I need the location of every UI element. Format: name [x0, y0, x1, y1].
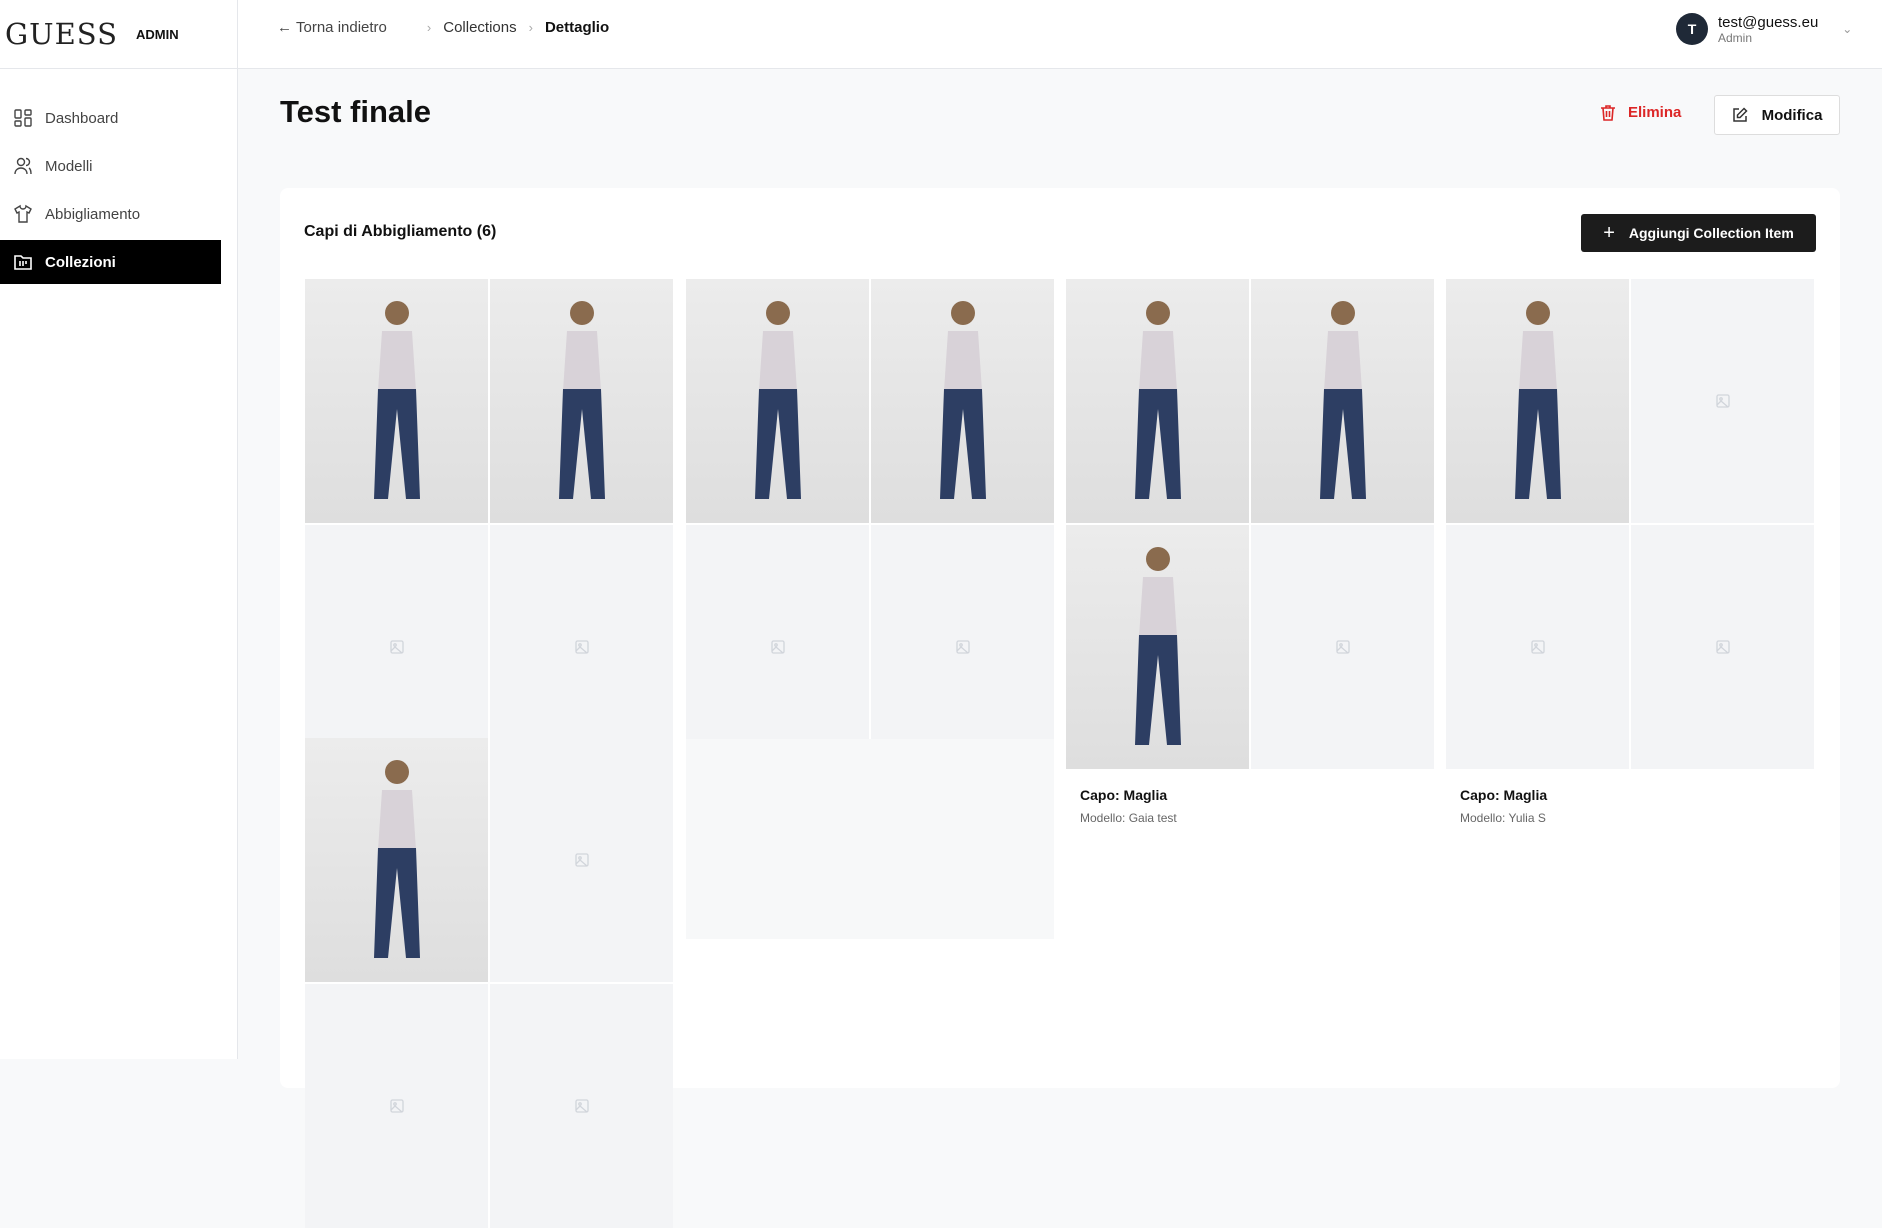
- model-photo: [1066, 279, 1249, 523]
- shirt-icon: [13, 204, 33, 224]
- image-icon: [771, 640, 785, 654]
- person-image: [352, 750, 442, 970]
- person-image: [352, 291, 442, 511]
- chevron-down-icon: ⌄: [1842, 22, 1852, 36]
- model-photo: [871, 279, 1054, 523]
- logo[interactable]: GUESS ADMIN: [5, 10, 179, 58]
- plus-icon: +: [1603, 222, 1615, 245]
- brand-logo: GUESS: [5, 17, 118, 51]
- model-photo: [1251, 279, 1434, 523]
- back-link[interactable]: ←Torna indietro: [277, 19, 387, 36]
- sidebar-item-label: Modelli: [45, 158, 93, 175]
- breadcrumb-collections[interactable]: Collections: [443, 19, 516, 36]
- image-icon: [1716, 394, 1730, 408]
- item-caption: Capo: Maglia Modello: Yulia S: [1446, 769, 1814, 825]
- chevron-right-icon: ›: [529, 20, 533, 35]
- model-photo: [490, 279, 673, 523]
- image-placeholder: [1251, 525, 1434, 769]
- collection-items-card: Capi di Abbigliamento (6) + Aggiungi Coll…: [280, 188, 1840, 1088]
- breadcrumb-current: Dettaglio: [545, 19, 609, 36]
- image-placeholder: [490, 525, 673, 769]
- image-icon: [956, 640, 970, 654]
- user-email: test@guess.eu: [1718, 14, 1818, 31]
- user-role: Admin: [1718, 31, 1818, 45]
- image-placeholder: [305, 525, 488, 769]
- sidebar-item-label: Dashboard: [45, 110, 118, 127]
- image-placeholder: [686, 525, 869, 769]
- person-image: [1298, 291, 1388, 511]
- person-image: [918, 291, 1008, 511]
- arrow-left-icon: ←: [277, 19, 292, 36]
- sidebar-item-abbigliamento[interactable]: Abbigliamento: [0, 192, 221, 236]
- person-image: [537, 291, 627, 511]
- model-photo: [686, 279, 869, 523]
- image-grid: [1066, 279, 1434, 769]
- image-icon: [390, 1099, 404, 1113]
- edit-icon: [1732, 107, 1748, 123]
- sidebar-nav: Dashboard Modelli Abbigliamento Collezio…: [0, 96, 221, 288]
- sidebar-item-label: Collezioni: [45, 254, 116, 271]
- image-icon: [575, 853, 589, 867]
- sidebar-item-modelli[interactable]: Modelli: [0, 144, 221, 188]
- item-modello: Modello: Yulia S: [1460, 811, 1800, 825]
- sidebar-item-collezioni[interactable]: Collezioni: [0, 240, 221, 284]
- image-placeholder: [1631, 279, 1814, 523]
- item-caption: Capo: Maglia Modello: Gaia test: [1066, 769, 1434, 825]
- image-icon: [1531, 640, 1545, 654]
- back-label: Torna indietro: [296, 19, 387, 36]
- users-icon: [13, 156, 33, 176]
- item-modello: Modello: Gaia test: [1080, 811, 1420, 825]
- admin-badge: ADMIN: [136, 27, 179, 42]
- image-grid: [1446, 279, 1814, 769]
- collection-item[interactable]: Capo: Maglia Modello: Yulia S: [1446, 279, 1814, 825]
- model-photo: [1066, 525, 1249, 769]
- image-placeholder: [490, 984, 673, 1228]
- image-grid: [686, 279, 1054, 769]
- image-icon: [1716, 640, 1730, 654]
- image-placeholder: [490, 738, 673, 982]
- collection-item[interactable]: [305, 738, 673, 1228]
- image-placeholder: [1446, 525, 1629, 769]
- collection-icon: [13, 252, 33, 272]
- image-icon: [1336, 640, 1350, 654]
- image-icon: [390, 640, 404, 654]
- image-grid: [305, 738, 673, 1228]
- sidebar-item-dashboard[interactable]: Dashboard: [0, 96, 221, 140]
- item-capo: Capo: Maglia: [1460, 787, 1800, 803]
- page-title: Test finale: [280, 94, 431, 130]
- image-grid: [305, 279, 673, 769]
- add-collection-item-button[interactable]: + Aggiungi Collection Item: [1581, 214, 1816, 252]
- divider: [0, 68, 238, 69]
- trash-icon: [1600, 104, 1616, 121]
- avatar: T: [1676, 13, 1708, 45]
- user-menu[interactable]: T test@guess.eu Admin ⌄: [1676, 13, 1852, 45]
- chevron-right-icon: ›: [427, 20, 431, 35]
- edit-button[interactable]: Modifica: [1714, 95, 1840, 135]
- image-placeholder: [305, 984, 488, 1228]
- breadcrumb: ←Torna indietro › Collections › Dettagli…: [277, 19, 609, 36]
- edit-label: Modifica: [1762, 107, 1823, 124]
- model-photo: [305, 738, 488, 982]
- person-image: [1113, 537, 1203, 757]
- delete-button[interactable]: Elimina: [1600, 104, 1681, 121]
- section-title: Capi di Abbigliamento (6): [304, 223, 496, 241]
- collection-item-loading[interactable]: [686, 739, 1054, 939]
- image-placeholder: [1631, 525, 1814, 769]
- sidebar-item-label: Abbigliamento: [45, 206, 140, 223]
- image-icon: [575, 640, 589, 654]
- person-image: [733, 291, 823, 511]
- collection-item[interactable]: Capo: Maglia Modello: Gaia test: [1066, 279, 1434, 825]
- item-capo: Capo: Maglia: [1080, 787, 1420, 803]
- image-icon: [575, 1099, 589, 1113]
- sidebar: GUESS ADMIN Dashboard Modelli Abbigliame…: [0, 0, 238, 1059]
- model-photo: [1446, 279, 1629, 523]
- model-photo: [305, 279, 488, 523]
- person-image: [1113, 291, 1203, 511]
- image-placeholder: [871, 525, 1054, 769]
- dashboard-icon: [13, 108, 33, 128]
- top-header: ←Torna indietro › Collections › Dettagli…: [238, 0, 1882, 69]
- add-label: Aggiungi Collection Item: [1629, 225, 1794, 241]
- person-image: [1493, 291, 1583, 511]
- delete-label: Elimina: [1628, 104, 1681, 121]
